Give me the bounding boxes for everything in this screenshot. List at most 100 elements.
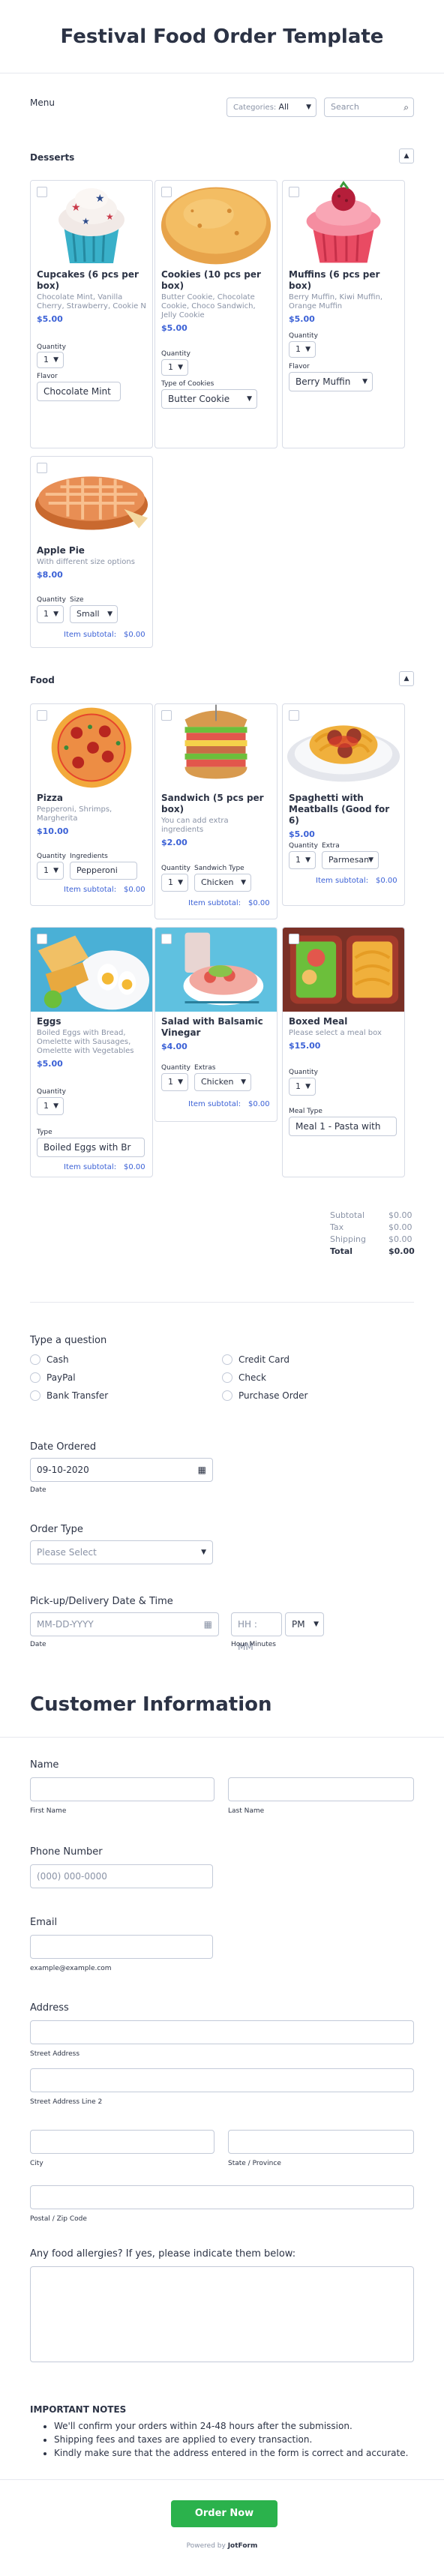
postal-input[interactable] — [30, 2185, 414, 2209]
chevron-down-icon: ▼ — [201, 1549, 206, 1556]
item-checkbox[interactable] — [37, 187, 47, 197]
item-card-pizza[interactable]: Pizza Pepperoni, Shrimps, Margherita $10… — [30, 703, 153, 906]
option-select[interactable]: Chocolate Mint — [37, 382, 121, 401]
salad-image — [155, 928, 277, 1012]
item-checkbox[interactable] — [289, 710, 299, 721]
item-subtotal-label: Item subtotal: — [64, 886, 117, 894]
radio-bank-transfer[interactable]: Bank Transfer — [30, 1390, 108, 1401]
search-input[interactable]: Search ⌕ — [324, 97, 414, 117]
item-price: $5.00 — [161, 323, 188, 333]
radio-paypal[interactable]: PayPal — [30, 1372, 76, 1383]
quantity-select[interactable]: 1 ▼ — [37, 352, 64, 368]
item-card-muffins[interactable]: Muffins (6 pcs per box) Berry Muffin, Ki… — [282, 180, 405, 448]
phone-input[interactable]: (000) 000-0000 — [30, 1864, 213, 1888]
item-card-salad[interactable]: Salad with Balsamic Vinegar $4.00 Quanti… — [154, 927, 278, 1122]
jotform-logo[interactable]: JotForm — [228, 2542, 258, 2550]
quantity-select[interactable]: 1 ▼ — [37, 862, 64, 880]
phone-label: Phone Number — [30, 1846, 103, 1858]
boxed-meal-image — [283, 928, 404, 1012]
collapse-desserts-button[interactable]: ▲ — [399, 148, 414, 163]
item-name: Boxed Meal — [289, 1016, 348, 1027]
item-name: Eggs — [37, 1016, 62, 1027]
city-input[interactable] — [30, 2130, 214, 2154]
item-checkbox[interactable] — [37, 463, 47, 473]
item-checkbox[interactable] — [289, 934, 299, 944]
item-checkbox[interactable] — [161, 934, 172, 944]
quantity-select[interactable]: 1 ▼ — [289, 341, 316, 358]
state-input[interactable] — [228, 2130, 414, 2154]
pickup-time-input[interactable]: HH : MM — [231, 1612, 282, 1652]
quantity-label: Quantity — [289, 842, 318, 850]
powered-by-label: Powered by — [186, 2542, 226, 2550]
item-price: $5.00 — [37, 1059, 63, 1069]
quantity-select[interactable]: 1 ▼ — [161, 359, 188, 376]
option-label: Extras — [194, 1064, 216, 1072]
item-card-cupcakes[interactable]: ★ ★ ★ ★ Cupcakes (6 pcs per box) Chocolate … — [30, 180, 153, 448]
option-select[interactable]: Small ▼ — [70, 605, 118, 623]
option-select[interactable]: Chicken ▼ — [194, 1073, 251, 1091]
note-item: Kindly make sure that the address entere… — [54, 2446, 414, 2460]
chevron-down-icon: ▼ — [178, 879, 183, 886]
subtotal-label: Subtotal — [330, 1210, 365, 1220]
date-hint: Date — [30, 1486, 46, 1494]
calendar-icon[interactable]: ▦ — [204, 1613, 212, 1636]
chevron-down-icon: ▼ — [178, 364, 183, 371]
chevron-down-icon: ▼ — [178, 1078, 183, 1086]
option-select[interactable]: Butter Cookie ▼ — [161, 389, 257, 409]
item-card-eggs[interactable]: Eggs Boiled Eggs with Bread, Omelette wi… — [30, 927, 153, 1177]
item-checkbox[interactable] — [37, 934, 47, 944]
street-hint: Street Address — [30, 2050, 80, 2058]
categories-select[interactable]: Categories: All ▼ — [226, 97, 316, 117]
option-value: Butter Cookie — [168, 394, 230, 404]
quantity-select[interactable]: 1 ▼ — [289, 1078, 316, 1096]
option-select[interactable]: Boiled Eggs with Br — [37, 1138, 145, 1157]
calendar-icon[interactable]: ▦ — [198, 1459, 206, 1481]
allergies-textarea[interactable] — [30, 2266, 414, 2362]
quantity-select[interactable]: 1 ▼ — [161, 1073, 188, 1091]
item-card-spaghetti[interactable]: Spaghetti with Meatballs (Good for 6) $5… — [282, 703, 405, 906]
chevron-down-icon: ▼ — [305, 856, 310, 864]
pickup-date-input[interactable]: MM-DD-YYYY ▦ — [30, 1612, 219, 1636]
date-ordered-input[interactable]: 09-10-2020 ▦ — [30, 1458, 213, 1482]
quantity-select[interactable]: 1 ▼ — [161, 874, 188, 892]
radio-credit-card[interactable]: Credit Card — [222, 1354, 290, 1365]
first-name-input[interactable] — [30, 1777, 214, 1801]
email-input[interactable] — [30, 1935, 213, 1959]
order-type-select[interactable]: Please Select ▼ — [30, 1540, 213, 1564]
quantity-select[interactable]: 1 ▼ — [37, 605, 64, 623]
item-price: $2.00 — [161, 838, 188, 847]
quantity-select[interactable]: 1 ▼ — [289, 851, 316, 869]
option-select[interactable]: Pepperoni — [70, 862, 137, 880]
radio-cash[interactable]: Cash — [30, 1354, 69, 1365]
option-select[interactable]: Chicken ▼ — [194, 874, 251, 892]
last-name-input[interactable] — [228, 1777, 414, 1801]
item-card-sandwich[interactable]: Sandwich (5 pcs per box) You can add ext… — [154, 703, 278, 919]
item-price: $8.00 — [37, 570, 63, 580]
quantity-select[interactable]: 1 ▼ — [37, 1097, 64, 1115]
item-card-cookies[interactable]: Cookies (10 pcs per box) Butter Cookie, … — [154, 180, 278, 448]
item-checkbox[interactable] — [161, 187, 172, 197]
item-checkbox[interactable] — [161, 710, 172, 721]
item-desc: Boiled Eggs with Bread, Omelette with Sa… — [37, 1029, 134, 1055]
order-now-button[interactable]: Order Now — [171, 2500, 278, 2527]
postal-hint: Postal / Zip Code — [30, 2215, 87, 2223]
quantity-value: 1 — [168, 362, 173, 372]
option-select[interactable]: Meal 1 - Pasta with — [289, 1117, 397, 1136]
chevron-down-icon: ▼ — [305, 1083, 310, 1090]
street-input[interactable] — [30, 2020, 414, 2044]
ampm-select[interactable]: PM ▼ — [285, 1612, 324, 1636]
chevron-down-icon: ▼ — [241, 1078, 246, 1086]
option-label: Type of Cookies — [161, 380, 214, 388]
street2-input[interactable] — [30, 2068, 414, 2092]
item-card-apple-pie[interactable]: Apple Pie With different size options $8… — [30, 456, 153, 648]
radio-purchase-order[interactable]: Purchase Order — [222, 1390, 308, 1401]
item-checkbox[interactable] — [289, 187, 299, 197]
order-type-label: Order Type — [30, 1524, 83, 1535]
option-select[interactable]: Berry Muffin ▼ — [289, 372, 373, 391]
option-select[interactable]: Parmesan ▼ — [322, 851, 379, 869]
item-card-boxed-meal[interactable]: Boxed Meal Please select a meal box $15.… — [282, 927, 405, 1177]
collapse-food-button[interactable]: ▲ — [399, 671, 414, 686]
item-checkbox[interactable] — [37, 710, 47, 721]
radio-check[interactable]: Check — [222, 1372, 266, 1383]
quantity-value: 1 — [296, 344, 301, 354]
